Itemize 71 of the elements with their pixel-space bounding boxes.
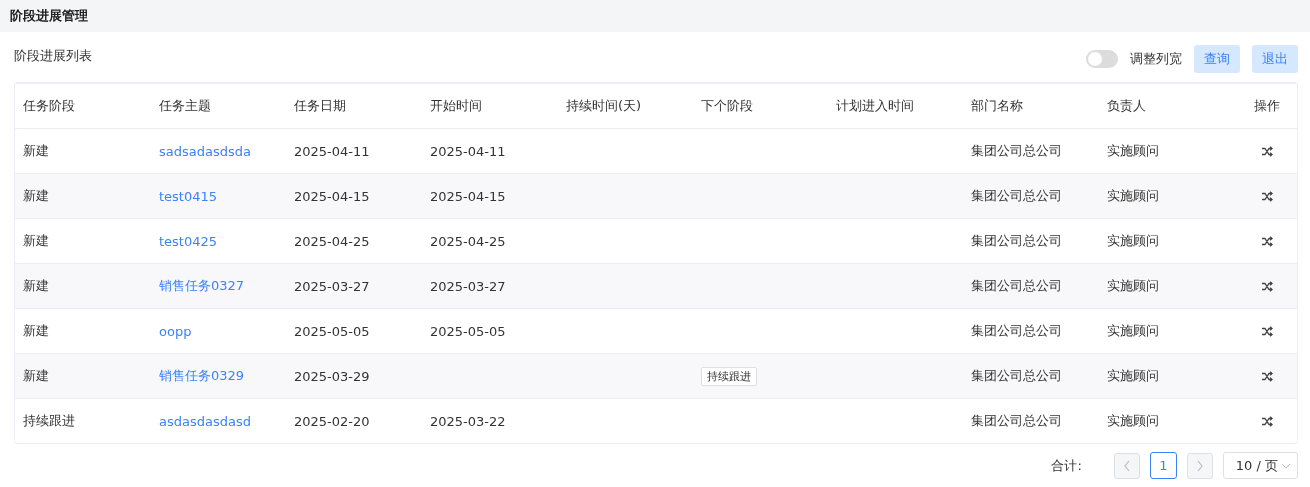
task-link[interactable]: test0425 bbox=[159, 233, 218, 249]
chevron-icon bbox=[1195, 459, 1204, 472]
shuffle-icon[interactable] bbox=[1261, 280, 1273, 292]
table-cell: 2025-04-25 bbox=[294, 233, 370, 249]
column-header: 操作 bbox=[1254, 97, 1280, 115]
table-cell: 2025-03-27 bbox=[430, 278, 506, 294]
table-cell: 2025-04-15 bbox=[430, 188, 506, 204]
table-cell: 实施顾问 bbox=[1107, 277, 1159, 295]
caret-icon bbox=[1281, 462, 1291, 469]
table-cell: 新建 bbox=[23, 142, 49, 160]
page-size-select[interactable]: 10 / 页 bbox=[1222, 452, 1298, 479]
task-link[interactable]: sadsadasdsda bbox=[159, 143, 251, 159]
column-header: 任务主题 bbox=[159, 97, 211, 115]
table-cell: 2025-03-22 bbox=[430, 413, 506, 429]
list-title: 阶段进展列表 bbox=[14, 47, 92, 65]
toolbar-button[interactable]: 退出 bbox=[1252, 45, 1298, 73]
table-cell: 2025-05-05 bbox=[294, 323, 370, 339]
column-header: 计划进入时间 bbox=[836, 97, 914, 115]
total-label: 合计: bbox=[1051, 456, 1082, 475]
table-cell: 2025-04-11 bbox=[430, 143, 506, 159]
column-width-toggle[interactable] bbox=[1086, 50, 1118, 68]
table-cell: 2025-05-05 bbox=[430, 323, 506, 339]
column-header: 负责人 bbox=[1107, 97, 1146, 115]
column-header: 下个阶段 bbox=[701, 97, 753, 115]
page-number[interactable]: 1 bbox=[1149, 452, 1177, 479]
column-header: 持续时间(天) bbox=[566, 97, 642, 115]
table-cell: 集团公司总公司 bbox=[971, 232, 1062, 250]
shuffle-icon[interactable] bbox=[1261, 190, 1273, 202]
table-cell: 实施顾问 bbox=[1107, 322, 1159, 340]
table-cell: 实施顾问 bbox=[1107, 187, 1159, 205]
shuffle-icon[interactable] bbox=[1261, 415, 1273, 427]
toolbar-button[interactable]: 查询 bbox=[1194, 45, 1240, 73]
table-cell: 2025-02-20 bbox=[294, 413, 370, 429]
table-cell: 新建 bbox=[23, 367, 49, 385]
column-header: 开始时间 bbox=[430, 97, 482, 115]
chevron-icon bbox=[1122, 459, 1131, 472]
shuffle-icon[interactable] bbox=[1261, 235, 1273, 247]
table-cell: 新建 bbox=[23, 322, 49, 340]
table-cell: 2025-04-11 bbox=[294, 143, 370, 159]
table-cell: 2025-03-29 bbox=[294, 368, 370, 384]
table-cell: 2025-04-25 bbox=[430, 233, 506, 249]
shuffle-icon[interactable] bbox=[1261, 145, 1273, 157]
page-title: 阶段进展管理 bbox=[10, 7, 88, 25]
table-cell: 集团公司总公司 bbox=[971, 187, 1062, 205]
column-header: 任务日期 bbox=[294, 97, 346, 115]
shuffle-icon[interactable] bbox=[1261, 325, 1273, 337]
table-cell: 集团公司总公司 bbox=[971, 367, 1062, 385]
table-cell: 实施顾问 bbox=[1107, 232, 1159, 250]
column-header: 部门名称 bbox=[971, 97, 1023, 115]
table-cell: 新建 bbox=[23, 232, 49, 250]
table-cell: 新建 bbox=[23, 277, 49, 295]
table-cell: 集团公司总公司 bbox=[971, 412, 1062, 430]
shuffle-icon[interactable] bbox=[1261, 370, 1273, 382]
table-cell: 实施顾问 bbox=[1107, 142, 1159, 160]
table-cell: 持续跟进 bbox=[23, 412, 75, 430]
task-link[interactable]: test0415 bbox=[159, 188, 218, 204]
toggle-label: 调整列宽 bbox=[1130, 50, 1182, 68]
column-header: 任务阶段 bbox=[23, 97, 75, 115]
table-cell: 实施顾问 bbox=[1107, 412, 1159, 430]
task-link[interactable]: 销售任务0327 bbox=[159, 277, 245, 295]
table-cell: 实施顾问 bbox=[1107, 367, 1159, 385]
stage-tag: 持续跟进 bbox=[701, 367, 757, 386]
task-link[interactable]: asdasdasdasd bbox=[159, 413, 251, 429]
table-cell: 2025-03-27 bbox=[294, 278, 370, 294]
table-cell: 集团公司总公司 bbox=[971, 142, 1062, 160]
table-cell: 新建 bbox=[23, 187, 49, 205]
table-cell: 2025-04-15 bbox=[294, 188, 370, 204]
table-cell: 集团公司总公司 bbox=[971, 277, 1062, 295]
task-link[interactable]: oopp bbox=[159, 323, 192, 339]
task-link[interactable]: 销售任务0329 bbox=[159, 367, 245, 385]
table-cell: 集团公司总公司 bbox=[971, 322, 1062, 340]
